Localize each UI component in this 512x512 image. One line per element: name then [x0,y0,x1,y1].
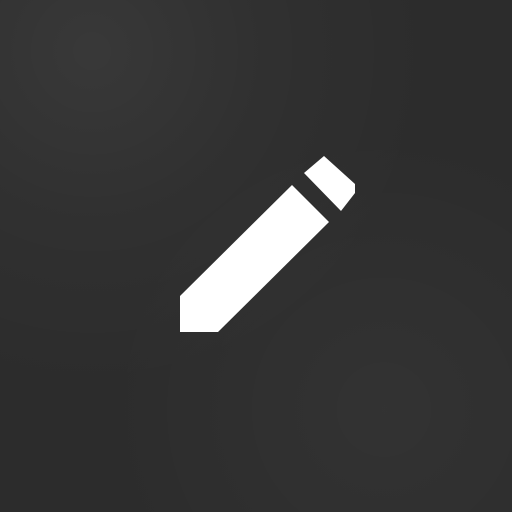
pencil-icon [180,156,355,332]
app-icon-tile[interactable] [0,0,512,512]
